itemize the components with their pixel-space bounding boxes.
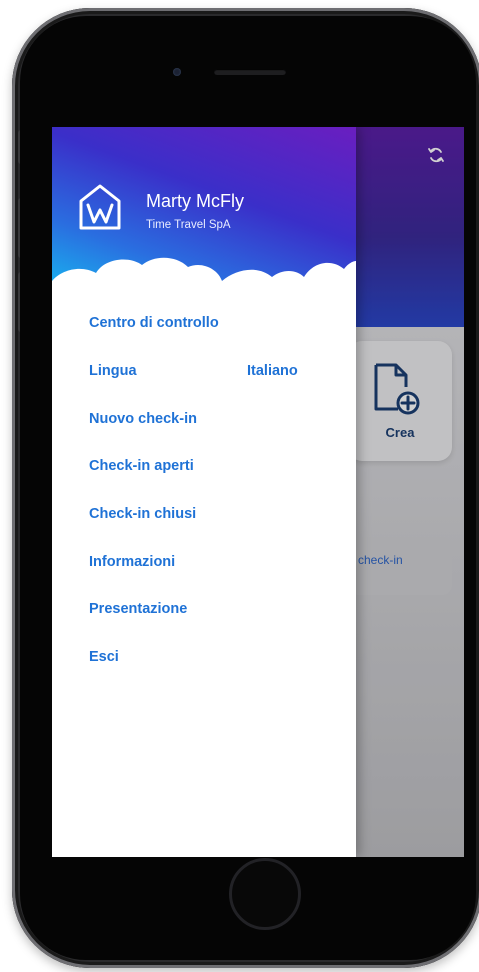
home-button[interactable] (229, 858, 301, 930)
user-name: Marty McFly (146, 191, 244, 211)
earpiece-speaker (214, 69, 286, 75)
front-camera (173, 68, 181, 76)
clouds-decoration (52, 257, 356, 307)
house-w-logo (79, 184, 121, 230)
phone-screen: Crea check-in Marty McFly Time Travel Sp… (52, 127, 464, 857)
menu-item-info[interactable]: Informazioni (89, 554, 175, 570)
menu-item-new-checkin[interactable]: Nuovo check-in (89, 411, 197, 427)
company-name: Time Travel SpA (146, 219, 231, 231)
language-value[interactable]: Italiano (247, 363, 298, 379)
menu-item-presentation[interactable]: Presentazione (89, 601, 187, 617)
menu-item-open-checkins[interactable]: Check-in aperti (89, 458, 194, 474)
menu-item-closed-checkins[interactable]: Check-in chiusi (89, 506, 196, 522)
menu-item-logout[interactable]: Esci (89, 649, 119, 665)
menu-item-language[interactable]: Lingua (89, 363, 137, 379)
menu-item-control-center[interactable]: Centro di controllo (89, 315, 219, 331)
navigation-drawer: Marty McFly Time Travel SpA Centro di co… (52, 127, 356, 857)
drawer-header: Marty McFly Time Travel SpA (52, 127, 356, 307)
